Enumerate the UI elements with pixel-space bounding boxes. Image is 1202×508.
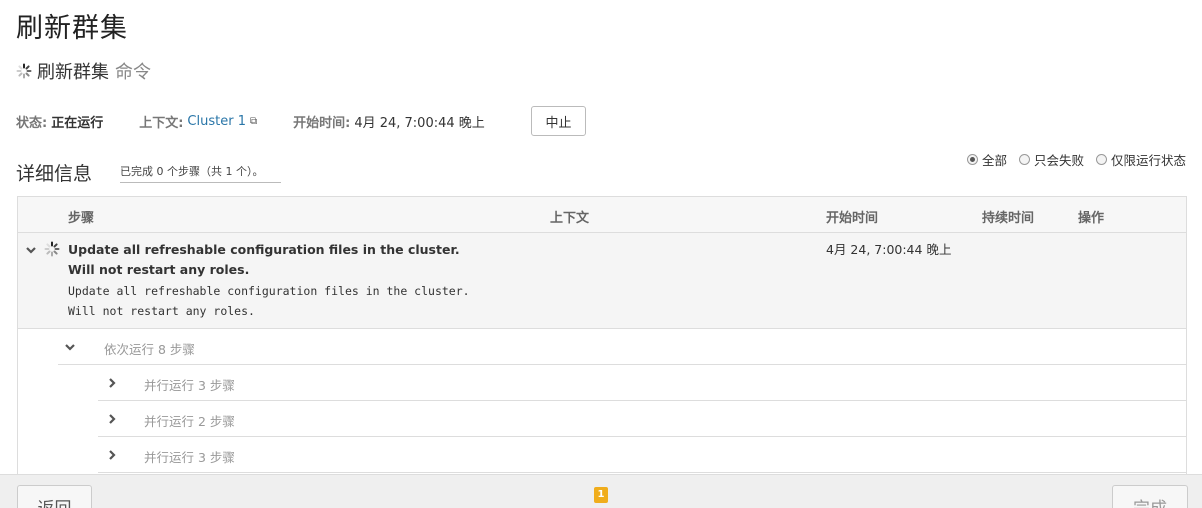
- back-button[interactable]: 返回: [17, 485, 92, 508]
- steps-table: 步骤 上下文 开始时间 持续时间 操作 Update all refreshab…: [17, 196, 1187, 508]
- parallel-step-label: 并行运行 2 步骤: [144, 414, 235, 429]
- chevron-right-icon[interactable]: [106, 377, 118, 389]
- filter-running-only[interactable]: 仅限运行状态: [1095, 150, 1186, 169]
- progress-summary: 已完成 0 个步骤（共 1 个）。: [120, 163, 281, 183]
- parallel-step-label: 并行运行 3 步骤: [144, 450, 235, 465]
- sequential-step-row[interactable]: 依次运行 8 步骤: [58, 329, 1186, 365]
- col-start-time: 开始时间: [826, 211, 879, 226]
- col-actions: 操作: [1078, 211, 1105, 226]
- filter-all[interactable]: 全部: [966, 150, 1007, 169]
- parallel-step-row[interactable]: 并行运行 3 步骤: [98, 365, 1186, 401]
- col-step: 步骤: [68, 211, 95, 226]
- command-header: 刷新群集 命令: [16, 58, 151, 84]
- chevron-right-icon[interactable]: [106, 413, 118, 425]
- parallel-step-row[interactable]: 并行运行 3 步骤: [98, 437, 1186, 473]
- step-filter-group: 全部 只会失败 仅限运行状态: [955, 150, 1186, 169]
- table-row: Update all refreshable configuration fil…: [18, 233, 1186, 329]
- step-start-time: 4月 24, 7:00:44 晚上: [826, 242, 952, 257]
- chevron-right-icon[interactable]: [106, 449, 118, 461]
- finish-button[interactable]: 完成: [1112, 485, 1188, 508]
- col-context: 上下文: [550, 211, 590, 226]
- context-link[interactable]: Cluster 1: [187, 114, 246, 129]
- spinner-icon: [16, 63, 32, 79]
- footer-bar: 返回 1 完成: [0, 474, 1202, 508]
- start-time-label: 开始时间:: [293, 115, 351, 131]
- sequential-step-label: 依次运行 8 步骤: [104, 342, 195, 357]
- radio-checked-icon[interactable]: [966, 154, 978, 165]
- parallel-step-label: 并行运行 3 步骤: [144, 378, 235, 393]
- abort-button[interactable]: 中止: [531, 106, 586, 136]
- start-time-value: 4月 24, 7:00:44 晚上: [354, 115, 485, 131]
- status-label: 状态:: [16, 115, 48, 131]
- chevron-down-icon[interactable]: [64, 341, 76, 353]
- col-duration: 持续时间: [982, 211, 1035, 226]
- external-link-icon[interactable]: ⧉: [250, 116, 257, 127]
- step-description: Update all refreshable configuration fil…: [68, 284, 470, 318]
- chevron-down-icon[interactable]: [25, 244, 37, 256]
- radio-icon[interactable]: [1095, 154, 1107, 165]
- notification-badge[interactable]: 1: [594, 487, 608, 503]
- command-meta: 状态: 正在运行 上下文: Cluster 1 ⧉ 开始时间: 4月 24, 7…: [16, 106, 485, 136]
- spinner-icon: [44, 241, 60, 257]
- context-label: 上下文:: [139, 115, 184, 131]
- details-title: 详细信息: [16, 163, 93, 185]
- filter-failed-only[interactable]: 只会失败: [1018, 150, 1084, 169]
- status-value: 正在运行: [51, 115, 104, 131]
- parallel-step-row[interactable]: 并行运行 2 步骤: [98, 401, 1186, 437]
- command-suffix: 命令: [115, 62, 151, 83]
- page-title: 刷新群集: [16, 13, 128, 44]
- radio-icon[interactable]: [1018, 154, 1030, 165]
- step-title: Update all refreshable configuration fil…: [68, 242, 460, 277]
- table-header: 步骤 上下文 开始时间 持续时间 操作: [18, 197, 1186, 233]
- command-name: 刷新群集: [37, 62, 109, 83]
